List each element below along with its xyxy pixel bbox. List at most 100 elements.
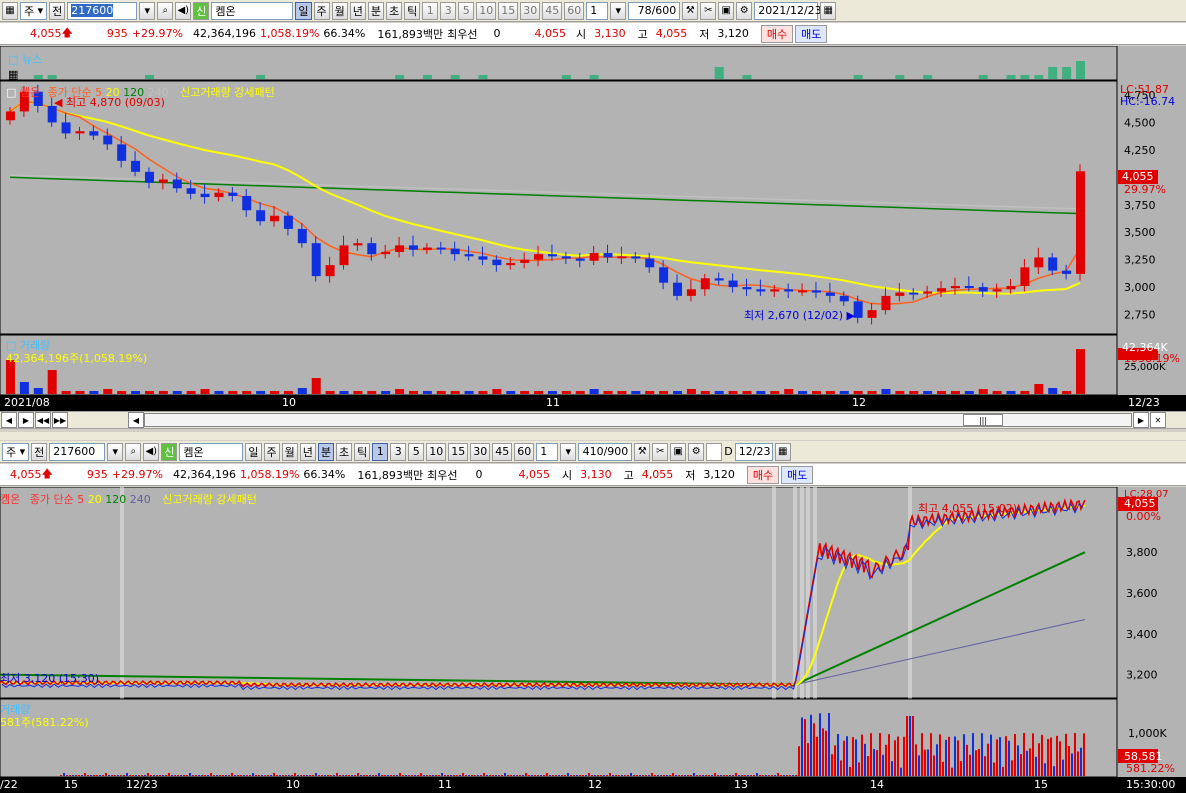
legend-ma120: 120 xyxy=(105,493,127,506)
news-grid-icon[interactable]: ▦ xyxy=(8,68,18,81)
num-45[interactable]: 45 xyxy=(542,1,563,20)
top-last-rate: 29.97% xyxy=(1124,183,1166,196)
volume-bar xyxy=(951,767,953,776)
search-icon[interactable]: ⌕ xyxy=(157,1,174,20)
prev-button[interactable]: 전 xyxy=(49,1,66,20)
search-icon[interactable]: ⌕ xyxy=(125,442,142,461)
prev-button[interactable]: 전 xyxy=(31,442,48,461)
num-3[interactable]: 3 xyxy=(440,1,457,20)
unit-input[interactable]: 1 xyxy=(536,442,559,461)
stock-name[interactable]: 켐온 xyxy=(179,442,244,461)
volume-bar xyxy=(63,773,65,776)
volume-bar xyxy=(273,773,275,776)
scroll-right-icon[interactable]: ▶ xyxy=(1133,412,1149,428)
news-bar xyxy=(1048,67,1058,79)
period-second[interactable]: 초 xyxy=(386,1,403,20)
settings-icon[interactable]: ⚙ xyxy=(688,442,705,461)
up-arrow-icon: 🡅 xyxy=(61,26,73,39)
code-input[interactable]: 217600 xyxy=(67,1,138,20)
chart-tool-icon[interactable]: ✂ xyxy=(652,442,669,461)
num-5[interactable]: 5 xyxy=(408,442,425,461)
unit-dropdown-button[interactable]: ▾ xyxy=(560,442,577,461)
cross-icon[interactable]: ✕ xyxy=(1150,412,1166,428)
num-15[interactable]: 15 xyxy=(498,1,519,20)
buy-button[interactable]: 매수 xyxy=(746,465,780,484)
volume-bar xyxy=(699,775,701,776)
count-input[interactable]: 78/600 xyxy=(628,1,681,20)
volume-rate: 1,058.19% xyxy=(259,27,320,40)
settings-icon[interactable]: ⚙ xyxy=(736,1,753,20)
volume-bar xyxy=(231,773,233,776)
code-dropdown-button[interactable]: ▾ xyxy=(107,442,124,461)
mode-select[interactable]: 주 ▾ xyxy=(20,1,48,20)
num-5[interactable]: 5 xyxy=(458,1,475,20)
chart-scrollbar[interactable]: ◀ ▶ ◀◀ ▶▶ ◀ ||| ▶ ✕ xyxy=(0,411,1186,429)
low-label: 저 xyxy=(685,468,696,482)
volume-bar xyxy=(507,775,509,776)
num-30[interactable]: 30 xyxy=(470,442,491,461)
unit-dropdown-button[interactable]: ▾ xyxy=(610,1,627,20)
sell-button[interactable]: 매도 xyxy=(795,24,828,43)
period-day[interactable]: 일 xyxy=(245,442,262,461)
period-second[interactable]: 초 xyxy=(336,442,353,461)
bottom-toolbar: 주 ▾ 전 217600 ▾ ⌕ ◀) 신 켐온 일 주 월 년 분 초 틱 1… xyxy=(0,441,1186,463)
period-month[interactable]: 월 xyxy=(281,442,298,461)
num-45[interactable]: 45 xyxy=(492,442,513,461)
scroll-thumb[interactable]: ||| xyxy=(963,414,1003,426)
stock-name[interactable]: 켐온 xyxy=(211,1,294,20)
minute-chart[interactable]: 3,800 3,600 3,400 3,200 xyxy=(0,487,1186,777)
speaker-icon[interactable]: ◀) xyxy=(143,442,160,461)
tool-icon[interactable]: ⚒ xyxy=(682,1,699,20)
period-week[interactable]: 주 xyxy=(263,442,280,461)
bottom-legend: 켐온 종가 단순 5 20 120 240 신고거래량 강세패턴 xyxy=(0,491,257,507)
step-back-icon[interactable]: ◀◀ xyxy=(35,412,51,428)
scroll-track[interactable]: ||| xyxy=(144,413,1132,427)
zoom-in-icon[interactable]: ◀ xyxy=(1,412,17,428)
calendar-icon[interactable]: ▦ xyxy=(774,442,791,461)
num-1[interactable]: 1 xyxy=(422,1,439,20)
candle-body xyxy=(117,144,127,161)
code-input[interactable]: 217600 xyxy=(49,442,106,461)
period-minute[interactable]: 분 xyxy=(317,442,335,461)
date-input[interactable]: 2021/12/23 xyxy=(754,1,822,20)
period-year[interactable]: 년 xyxy=(349,1,366,20)
save-icon[interactable]: ▣ xyxy=(718,1,735,20)
sell-button[interactable]: 매도 xyxy=(781,465,814,484)
num-1[interactable]: 1 xyxy=(372,442,389,461)
step-forward-icon[interactable]: ▶▶ xyxy=(52,412,68,428)
date-input[interactable]: 12/23 xyxy=(734,442,773,461)
chart-tool-icon[interactable]: ✂ xyxy=(700,1,717,20)
tool-icon[interactable]: ⚒ xyxy=(634,442,651,461)
code-dropdown-button[interactable]: ▾ xyxy=(139,1,156,20)
speaker-icon[interactable]: ◀) xyxy=(175,1,192,20)
period-year[interactable]: 년 xyxy=(299,442,316,461)
grid-icon[interactable]: ▦ xyxy=(2,1,18,20)
mode-select[interactable]: 주 ▾ xyxy=(2,442,30,461)
volume-bar xyxy=(93,775,95,776)
period-month[interactable]: 월 xyxy=(331,1,348,20)
volume-bar xyxy=(786,775,788,776)
save-icon[interactable]: ▣ xyxy=(670,442,687,461)
num-60[interactable]: 60 xyxy=(514,442,535,461)
volume-bar xyxy=(909,716,911,776)
num-30[interactable]: 30 xyxy=(520,1,541,20)
num-15[interactable]: 15 xyxy=(448,442,469,461)
num-3[interactable]: 3 xyxy=(390,442,407,461)
scroll-left-icon[interactable]: ◀ xyxy=(128,412,144,428)
period-minute[interactable]: 분 xyxy=(367,1,385,20)
volume-bar xyxy=(717,775,719,776)
num-60[interactable]: 60 xyxy=(564,1,585,20)
checkbox[interactable] xyxy=(706,442,723,461)
num-10[interactable]: 10 xyxy=(426,442,447,461)
count-input[interactable]: 410/900 xyxy=(578,442,633,461)
period-tick[interactable]: 틱 xyxy=(354,442,371,461)
buy-button[interactable]: 매수 xyxy=(760,24,794,43)
calendar-icon[interactable]: ▦ xyxy=(820,1,837,20)
num-10[interactable]: 10 xyxy=(476,1,497,20)
period-day[interactable]: 일 xyxy=(295,1,312,20)
period-week[interactable]: 주 xyxy=(313,1,330,20)
period-tick[interactable]: 틱 xyxy=(404,1,421,20)
volume-bar xyxy=(336,773,338,776)
unit-input[interactable]: 1 xyxy=(586,1,609,20)
zoom-out-icon[interactable]: ▶ xyxy=(18,412,34,428)
